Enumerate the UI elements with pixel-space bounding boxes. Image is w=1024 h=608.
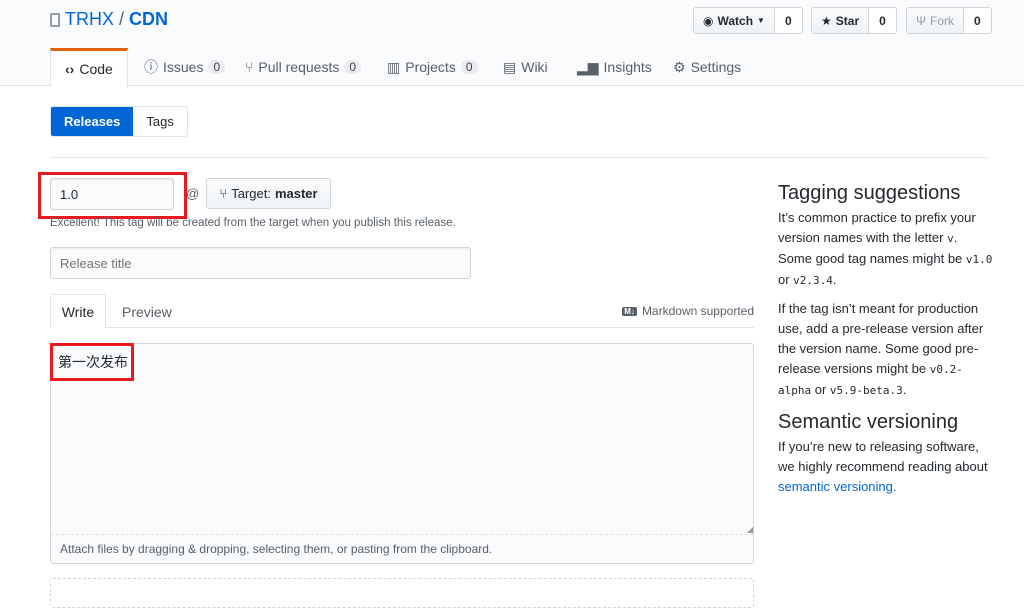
project-icon: ▥ [387,59,400,76]
fork-count[interactable]: 0 [964,8,991,33]
repo-separator: / [119,9,124,30]
graph-icon: ▂▆ [577,59,599,76]
eye-icon: ◉ [703,14,713,28]
issues-count: 0 [208,60,225,74]
tag-hint: Excellent! This tag will be created from… [50,217,456,229]
branch-icon: ⑂ [219,186,227,201]
release-title-input[interactable] [50,247,471,279]
file-drop-zone[interactable] [50,578,754,608]
at-sign: @ [186,186,199,201]
caret-down-icon: ▼ [757,16,765,25]
star-group: ★Star 0 [811,7,897,34]
fork-icon: Ψ [916,14,926,28]
watch-group: ◉Watch▼ 0 [693,7,803,34]
attach-files-note[interactable]: Attach files by dragging & dropping, sel… [60,542,492,556]
divider [50,157,988,158]
semantic-versioning-link[interactable]: semantic versioning. [778,479,897,494]
star-icon: ★ [821,14,832,28]
repo-name-link[interactable]: CDN [129,9,168,30]
fork-group: ΨFork 0 [906,7,992,34]
code-icon: ‹› [65,61,74,77]
semver-paragraph: If you’re new to releasing software, we … [778,437,993,497]
releases-button[interactable]: Releases [51,107,133,136]
tags-button[interactable]: Tags [133,107,186,136]
tab-preview[interactable]: Preview [122,304,172,320]
tab-projects[interactable]: ▥Projects0 [387,48,478,86]
tab-settings[interactable]: ⚙Settings [673,48,741,86]
markdown-supported-link[interactable]: M↓Markdown supported [622,304,754,318]
target-branch-button[interactable]: ⑂Target:master [206,178,331,209]
tag-input[interactable]: 1.0 [50,178,174,210]
projects-count: 0 [461,60,478,74]
fork-button[interactable]: ΨFork [907,8,964,33]
watch-count[interactable]: 0 [775,8,802,33]
repo-owner-link[interactable]: TRHX [65,9,114,30]
pull-request-icon: ⑂ [245,59,253,75]
gear-icon: ⚙ [673,59,686,76]
book-icon: ▤ [503,59,516,76]
star-count[interactable]: 0 [869,8,896,33]
pull-requests-count: 0 [344,60,361,74]
prerelease-paragraph: If the tag isn’t meant for production us… [778,299,993,401]
attach-divider [51,534,753,535]
markdown-icon: M↓ [622,307,637,316]
issue-icon: ⓘ [144,57,158,77]
tagging-paragraph: It’s common practice to prefix your vers… [778,208,993,291]
tagging-suggestions-heading: Tagging suggestions [778,180,993,206]
release-body-editor [50,343,754,564]
tab-issues[interactable]: ⓘIssues0 [144,48,225,86]
tab-wiki[interactable]: ▤Wiki [503,48,548,86]
resize-handle[interactable]: ◢ [747,525,753,534]
semantic-versioning-heading: Semantic versioning [778,409,993,435]
tab-insights[interactable]: ▂▆Insights [577,48,652,86]
star-button[interactable]: ★Star [812,8,869,33]
releases-tags-switcher: Releases Tags [50,106,188,137]
tab-divider [50,327,754,328]
tab-code[interactable]: ‹›Code [50,48,128,87]
watch-button[interactable]: ◉Watch▼ [694,8,775,33]
sidebar: Tagging suggestions It’s common practice… [778,180,993,505]
highlight-box [50,343,134,381]
repo-icon [50,13,60,27]
tab-pull-requests[interactable]: ⑂Pull requests0 [245,48,361,86]
tab-write[interactable]: Write [50,294,106,328]
repo-title: TRHX / CDN [50,9,168,30]
